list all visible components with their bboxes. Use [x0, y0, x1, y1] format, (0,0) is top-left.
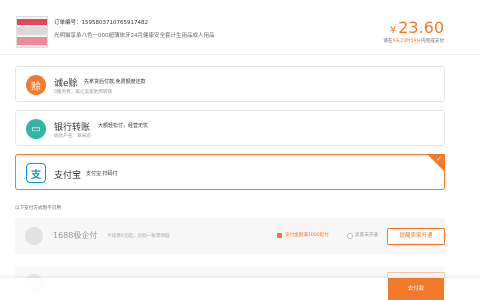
method-name: 支付宝 [54, 171, 82, 181]
method-name: 1688极企付 [53, 231, 98, 240]
radio-button[interactable] [347, 233, 353, 239]
method-name: 诚e赊 [54, 79, 78, 89]
chengyi-icon: 赊 [26, 75, 46, 95]
1688-pay-icon [25, 227, 43, 245]
pay-button[interactable]: 去付款 [388, 278, 444, 300]
deadline-suffix: 内完成支付 [421, 39, 444, 44]
payment-method-bank-transfer[interactable]: ▭ 银行转账 大额轻松付，经营无忧 收款户名：翠米酒 [15, 110, 445, 146]
order-summary: 订单编号：1595803710765917482 光明猫享承八色一000超薄旅牙… [0, 0, 480, 55]
payment-method-chengyi[interactable]: 赊 诚e赊 先拿货后付款,免费额度还款 0服务费，再让卖家更周转快 [15, 66, 445, 102]
method-desc: 大额轻松付，经营无忧 [98, 123, 149, 129]
notice-badge-icon [277, 233, 282, 238]
order-amount: ¥23.60 [390, 18, 444, 37]
remind-seller-button[interactable]: 提醒卖家开通 [387, 228, 445, 245]
deadline-time: 9天23时59分 [392, 39, 422, 44]
alipay-icon: 支 [26, 163, 46, 183]
method-name: 银行转账 [54, 123, 91, 133]
footer-bar: 去付款 [0, 278, 480, 300]
method-desc: 支付宝 扫码付 [86, 171, 118, 177]
payment-method-1688-pay: 1688极企付 手续费0元起，灵助一账零烦恼 支付金额满1000起付 卖家未开通… [15, 218, 445, 254]
unavailable-label: 以下支付方式暂不可用 [15, 206, 61, 211]
method-sub: 收款户名：翠米酒 [54, 134, 91, 139]
payment-deadline: 请在9天23时59分内完成支付 [383, 38, 444, 44]
order-title: 光明猫享承八色一000超薄旅牙24月健康安全套计生用品成人用品 [54, 33, 215, 39]
checkmark-icon: ✓ [436, 155, 442, 163]
currency-symbol: ¥ [389, 25, 397, 36]
payment-method-alipay[interactable]: 支 支付宝 支付宝 扫码付 ✓ [15, 154, 445, 190]
min-amount-notice: 支付金额满1000起付 [285, 233, 329, 238]
seller-not-enabled-label: 卖家未开通 [355, 233, 378, 238]
deadline-prefix: 请在 [383, 39, 393, 44]
product-thumbnail[interactable] [16, 16, 48, 48]
order-number: 订单编号：1595803710765917482 [54, 20, 148, 26]
amount-value: 23.60 [398, 18, 444, 37]
bank-card-icon: ▭ [26, 119, 46, 139]
method-desc: 先拿货后付款,免费额度还款 [84, 79, 146, 85]
method-sub: 0服务费，再让卖家更周转快 [54, 90, 113, 95]
method-desc: 手续费0元起，灵助一账零烦恼 [107, 234, 170, 239]
